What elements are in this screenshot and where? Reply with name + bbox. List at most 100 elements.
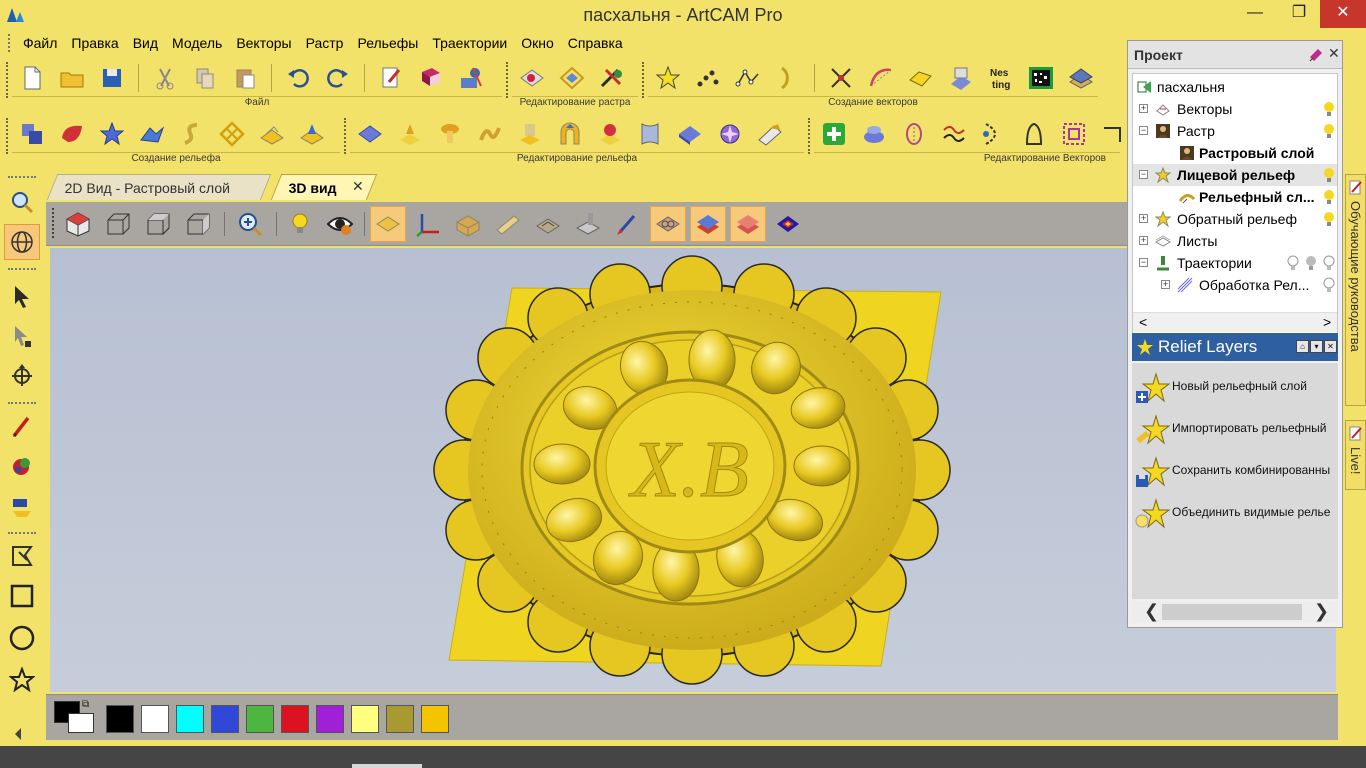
new-relief-layer-item[interactable]: Новый рельефный слой xyxy=(1132,369,1338,409)
relief-offset-icon[interactable] xyxy=(754,118,786,150)
collapse-button[interactable]: − xyxy=(1139,258,1148,267)
notes-icon[interactable] xyxy=(375,62,407,94)
visibility-bulb-icon[interactable] xyxy=(1323,101,1335,117)
celtic-knot-icon[interactable] xyxy=(216,118,248,150)
close-window-button[interactable]: ✕ xyxy=(1320,0,1366,28)
transform-icon[interactable] xyxy=(4,358,40,394)
toolpath-preview-icon[interactable] xyxy=(530,206,566,242)
align-vector-icon[interactable] xyxy=(1098,118,1130,150)
raster-tools-icon[interactable] xyxy=(596,62,628,94)
redo-icon[interactable] xyxy=(322,62,354,94)
cut-icon[interactable] xyxy=(149,62,181,94)
sculpt-icon[interactable] xyxy=(394,118,426,150)
toolbar-grip[interactable] xyxy=(344,118,347,154)
arc-icon[interactable] xyxy=(772,62,804,94)
tree-item-machining[interactable]: + Обработка Рел... xyxy=(1133,274,1337,296)
barcode-icon[interactable] xyxy=(1025,62,1057,94)
tab-2d-view[interactable]: 2D Вид - Растровый слой xyxy=(46,174,272,200)
texture-relief-icon[interactable] xyxy=(714,118,746,150)
menu-toolpaths[interactable]: Траектории xyxy=(425,35,514,51)
tree-item-relief-layer[interactable]: Рельефный сл... xyxy=(1133,186,1337,208)
arch-relief-icon[interactable] xyxy=(554,118,586,150)
draw-pencil-icon[interactable] xyxy=(4,408,40,444)
import-relief-item[interactable]: Импортировать рельефный xyxy=(1132,411,1338,451)
relief-layers-hscroll[interactable]: ❮ ❯ xyxy=(1132,601,1338,623)
node-edit-icon[interactable] xyxy=(4,318,40,354)
trim-vector-icon[interactable] xyxy=(978,118,1010,150)
color-swatch-red[interactable] xyxy=(281,705,309,733)
tree-item-sheets[interactable]: + Листы xyxy=(1133,230,1337,252)
raster-select-icon[interactable] xyxy=(556,62,588,94)
vector-offset-icon[interactable] xyxy=(938,118,970,150)
color-swatch-green[interactable] xyxy=(246,705,274,733)
toolbar-grip[interactable] xyxy=(6,62,9,98)
node-points-icon[interactable] xyxy=(692,62,724,94)
save-combined-item[interactable]: Сохранить комбинированны xyxy=(1132,453,1338,493)
save-icon[interactable] xyxy=(96,62,128,94)
close-icon[interactable]: ✕ xyxy=(1324,340,1337,353)
shape-editor-icon[interactable] xyxy=(16,118,48,150)
visibility-bulb-icon[interactable] xyxy=(1323,167,1335,183)
light-bulb-icon[interactable] xyxy=(282,206,318,242)
relief-layers-view-icon[interactable] xyxy=(650,206,686,242)
star-tool-icon[interactable] xyxy=(4,662,40,698)
bell-shape-icon[interactable] xyxy=(1018,118,1050,150)
menu-edit[interactable]: Правка xyxy=(64,35,125,51)
tree-item-back-relief[interactable]: + Обратный рельеф xyxy=(1133,208,1337,230)
show-relief-icon[interactable] xyxy=(370,206,406,242)
tutorials-side-tab[interactable]: Обучающие руководства xyxy=(1345,174,1366,406)
mushroom-relief-icon[interactable] xyxy=(434,118,466,150)
paste-icon[interactable] xyxy=(229,62,261,94)
curve-fit-icon[interactable] xyxy=(865,62,897,94)
axes-icon[interactable] xyxy=(410,206,446,242)
color-swatch-white[interactable] xyxy=(141,705,169,733)
star-relief-icon[interactable] xyxy=(96,118,128,150)
3d-view-globe-icon[interactable] xyxy=(4,224,40,260)
paint-color-icon[interactable] xyxy=(4,448,40,484)
relief-red-icon[interactable] xyxy=(730,206,766,242)
rl-scroll-left[interactable]: ❮ xyxy=(1144,601,1159,622)
background-color[interactable] xyxy=(68,713,94,733)
color-swatch-gold[interactable] xyxy=(421,705,449,733)
relief-plane-icon[interactable] xyxy=(256,118,288,150)
paint-brush-icon[interactable] xyxy=(610,206,646,242)
relief-stamp-icon[interactable] xyxy=(514,118,546,150)
copy-icon[interactable] xyxy=(189,62,221,94)
color-shade-icon[interactable] xyxy=(770,206,806,242)
more-tools-icon[interactable] xyxy=(4,726,40,742)
visibility-bulb-icon[interactable] xyxy=(1323,255,1335,271)
circle-tool-icon[interactable] xyxy=(4,620,40,656)
add-vector-icon[interactable] xyxy=(818,118,850,150)
toolbar-grip[interactable] xyxy=(808,118,811,154)
relief-shaded-icon[interactable] xyxy=(690,206,726,242)
close-panel-button[interactable]: ✕ xyxy=(1328,45,1340,62)
new-file-icon[interactable] xyxy=(16,62,48,94)
zoom-view-icon[interactable] xyxy=(4,184,40,220)
tree-item-front-relief[interactable]: − Лицевой рельеф xyxy=(1133,164,1337,186)
color-swatch-blue[interactable] xyxy=(211,705,239,733)
tree-item-raster-layer[interactable]: Растровый слой xyxy=(1133,142,1337,164)
expand-button[interactable]: + xyxy=(1139,236,1148,245)
eraser-tool-icon[interactable] xyxy=(4,488,40,524)
live-side-tab[interactable]: Live! xyxy=(1345,420,1366,490)
visibility-bulb-icon[interactable] xyxy=(1323,211,1335,227)
leaf-relief-icon[interactable] xyxy=(56,118,88,150)
merge-visible-item[interactable]: Объединить видимые релье xyxy=(1132,495,1338,535)
extrude-relief-icon[interactable] xyxy=(136,118,168,150)
rl-scroll-thumb[interactable] xyxy=(1162,604,1302,620)
menu-window[interactable]: Окно xyxy=(514,35,561,51)
relief-fade-icon[interactable] xyxy=(594,118,626,150)
toolbar-grip[interactable] xyxy=(506,62,509,98)
top-view-icon[interactable] xyxy=(140,206,176,242)
wood-plank-icon[interactable] xyxy=(490,206,526,242)
wrap-relief-icon[interactable] xyxy=(634,118,666,150)
color-swatch-black[interactable] xyxy=(106,705,134,733)
visibility-bulb-icon[interactable] xyxy=(1323,123,1335,139)
help-book-icon[interactable] xyxy=(415,62,447,94)
zoom-in-icon[interactable] xyxy=(232,206,268,242)
star-vector-icon[interactable] xyxy=(652,62,684,94)
menu-help[interactable]: Справка xyxy=(561,35,630,51)
rectangle-tool-icon[interactable] xyxy=(4,578,40,614)
menu-model[interactable]: Модель xyxy=(165,35,229,51)
color-swatch-purple[interactable] xyxy=(316,705,344,733)
